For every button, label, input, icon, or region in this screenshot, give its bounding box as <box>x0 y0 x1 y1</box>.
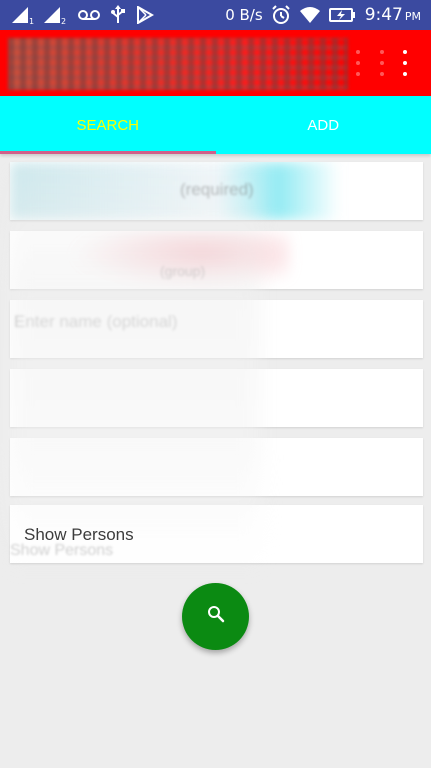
signal-2-icon: 2 <box>44 4 68 26</box>
search-form: (required) (group) Enter name (optional)… <box>0 154 431 574</box>
form-card[interactable]: Enter name (optional) <box>10 300 423 358</box>
search-icon <box>206 604 226 629</box>
blur-band <box>70 231 290 289</box>
overflow-menu-button[interactable] <box>395 50 415 76</box>
tab-search[interactable]: SEARCH <box>0 96 216 154</box>
network-speed: 0 B/s <box>225 6 263 24</box>
card-label: (group) <box>160 263 206 279</box>
form-card[interactable] <box>10 438 423 496</box>
alarm-icon <box>271 4 291 26</box>
signal-2-label: 2 <box>61 17 66 25</box>
signal-1-icon: 1 <box>12 4 34 26</box>
toolbar-title <box>8 38 348 90</box>
status-right-icons: 0 B/s 9:47 PM <box>225 4 421 26</box>
card-label: Enter name (optional) <box>14 312 178 331</box>
tab-bar: SEARCH ADD <box>0 96 431 154</box>
form-card[interactable]: (group) <box>10 231 423 289</box>
usb-icon <box>110 4 126 26</box>
form-card[interactable] <box>10 369 423 427</box>
wifi-icon <box>299 4 321 26</box>
battery-charging-icon <box>328 4 357 26</box>
play-store-icon <box>136 4 154 26</box>
clock-time: 9:47 <box>364 5 403 25</box>
clock: 9:47 PM <box>365 5 421 25</box>
voicemail-icon <box>78 4 100 26</box>
card-label: (required) <box>180 180 254 199</box>
form-card[interactable]: (required) <box>10 162 423 220</box>
tab-add[interactable]: ADD <box>216 96 431 154</box>
clock-suffix: PM <box>404 10 421 23</box>
signal-1-label: 1 <box>29 17 34 25</box>
more-options-icon[interactable] <box>372 50 392 76</box>
status-bar: 1 2 0 B/s 9:47 PM <box>0 0 431 30</box>
more-options-icon[interactable] <box>348 50 368 76</box>
show-persons-ghost-label: Show Persons <box>10 542 114 559</box>
app-toolbar <box>0 30 431 96</box>
search-fab-button[interactable] <box>182 583 249 650</box>
status-left-icons: 1 2 <box>12 4 154 26</box>
